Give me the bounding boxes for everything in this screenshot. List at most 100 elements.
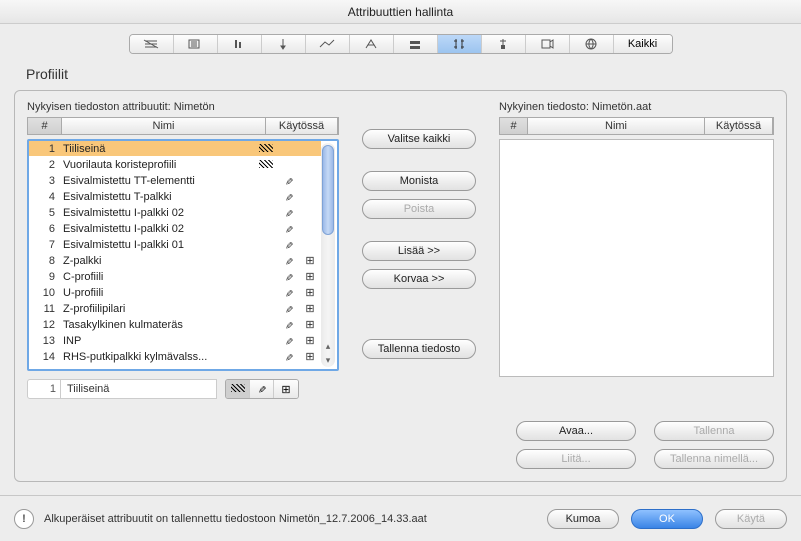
table-row[interactable]: 1Tiiliseinä (29, 141, 321, 157)
table-row[interactable]: 9C-profiili (29, 269, 321, 285)
table-row[interactable]: 11Z-profiilipilari (29, 301, 321, 317)
right-subtitle: Nykyinen tiedosto: Nimetön.aat (499, 101, 774, 113)
cancel-button[interactable]: Kumoa (547, 509, 619, 529)
row-name: Esivalmistettu TT-elementti (59, 175, 255, 187)
row-number: 13 (29, 335, 59, 347)
cat-1[interactable] (130, 35, 174, 53)
row-number: 7 (29, 239, 59, 251)
delete-button[interactable]: Poista (362, 199, 476, 219)
save-as-button[interactable]: Tallenna nimellä... (654, 449, 774, 469)
save-file-button[interactable]: Tallenna tiedosto (362, 339, 476, 359)
ok-button[interactable]: OK (631, 509, 703, 529)
right-column: Nykyinen tiedosto: Nimetön.aat # Nimi Kä… (499, 101, 774, 399)
replace-button[interactable]: Korvaa >> (362, 269, 476, 289)
table-row[interactable]: 12Tasakylkinen kulmateräs (29, 317, 321, 333)
col-used-r[interactable]: Käytössä (705, 118, 773, 134)
cat-5[interactable] (306, 35, 350, 53)
cat-6[interactable] (350, 35, 394, 53)
table-row[interactable]: 4Esivalmistettu T-palkki (29, 189, 321, 205)
row-number: 5 (29, 207, 59, 219)
right-list[interactable] (499, 139, 774, 377)
hatch-icon (231, 383, 245, 395)
cat-10[interactable] (526, 35, 570, 53)
table-row[interactable]: 2Vuorilauta koristeprofiili (29, 157, 321, 173)
scrollbar[interactable]: ▴ ▾ (321, 143, 335, 367)
col-name-r[interactable]: Nimi (528, 118, 705, 134)
scroll-up[interactable]: ▴ (321, 339, 335, 353)
table-row[interactable]: 5Esivalmistettu I-palkki 02 (29, 205, 321, 221)
row-grid-icon (299, 302, 321, 315)
row-name: Esivalmistettu I-palkki 02 (59, 207, 255, 219)
cat-11[interactable] (570, 35, 614, 53)
category-segmented: Kaikki (129, 34, 673, 54)
row-grid-icon (299, 350, 321, 363)
link-icon (257, 383, 265, 395)
toggle-grid[interactable] (274, 380, 298, 398)
cat-4[interactable] (262, 35, 306, 53)
toggle-hatch[interactable] (226, 380, 250, 398)
row-number: 4 (29, 191, 59, 203)
row-link-icon (277, 207, 299, 219)
row-name: Vuorilauta koristeprofiili (59, 159, 255, 171)
open-button[interactable]: Avaa... (516, 421, 636, 441)
row-name: Esivalmistettu I-palkki 01 (59, 239, 255, 251)
row-name: Tiiliseinä (59, 143, 255, 155)
row-grid-icon (299, 334, 321, 347)
cat-7[interactable] (394, 35, 438, 53)
apply-button[interactable]: Käytä (715, 509, 787, 529)
table-row[interactable]: 6Esivalmistettu I-palkki 02 (29, 221, 321, 237)
select-all-button[interactable]: Valitse kaikki (362, 129, 476, 149)
table-row[interactable]: 14RHS-putkipalkki kylmävalss... (29, 349, 321, 365)
row-link-icon (277, 319, 299, 331)
row-hatch-icon (255, 143, 277, 155)
row-link-icon (277, 287, 299, 299)
table-row[interactable]: 13INP (29, 333, 321, 349)
paste-button[interactable]: Liitä... (516, 449, 636, 469)
row-grid-icon (299, 318, 321, 331)
table-row[interactable]: 8Z-palkki (29, 253, 321, 269)
cat-3[interactable] (218, 35, 262, 53)
left-subtitle: Nykyisen tiedoston attribuutit: Nimetön (27, 101, 339, 113)
row-link-icon (277, 223, 299, 235)
row-link-icon (277, 303, 299, 315)
cat-8-selected[interactable] (438, 35, 482, 53)
row-number: 6 (29, 223, 59, 235)
row-name: U-profiili (59, 287, 255, 299)
col-num-r[interactable]: # (500, 118, 528, 134)
cat-2[interactable] (174, 35, 218, 53)
section-title: Profiilit (26, 66, 801, 82)
row-number: 11 (29, 303, 59, 315)
edit-name[interactable]: Tiiliseinä (61, 379, 217, 399)
row-link-icon (277, 255, 299, 267)
duplicate-button[interactable]: Monista (362, 171, 476, 191)
row-number: 14 (29, 351, 59, 363)
attribute-manager-window: Attribuuttien hallinta Kaikki Profiilit … (0, 0, 801, 541)
row-number: 9 (29, 271, 59, 283)
scroll-thumb[interactable] (322, 145, 334, 235)
row-name: INP (59, 335, 255, 347)
left-list[interactable]: 1Tiiliseinä2Vuorilauta koristeprofiili3E… (27, 139, 339, 371)
row-number: 1 (29, 143, 59, 155)
row-link-icon (277, 175, 299, 187)
col-used[interactable]: Käytössä (266, 118, 338, 134)
row-link-icon (277, 191, 299, 203)
table-row[interactable]: 10U-profiili (29, 285, 321, 301)
cat-9[interactable] (482, 35, 526, 53)
cat-all[interactable]: Kaikki (614, 35, 672, 53)
scroll-down[interactable]: ▾ (321, 353, 335, 367)
table-row[interactable]: 7Esivalmistettu I-palkki 01 (29, 237, 321, 253)
row-link-icon (277, 271, 299, 283)
row-name: Z-palkki (59, 255, 255, 267)
left-header: # Nimi Käytössä (27, 117, 339, 135)
row-number: 8 (29, 255, 59, 267)
row-grid-icon (299, 254, 321, 267)
edit-number[interactable]: 1 (27, 379, 61, 399)
category-toolbar: Kaikki (0, 30, 801, 58)
toggle-link[interactable] (250, 380, 274, 398)
col-name[interactable]: Nimi (62, 118, 266, 134)
row-grid-icon (299, 270, 321, 283)
table-row[interactable]: 3Esivalmistettu TT-elementti (29, 173, 321, 189)
add-button[interactable]: Lisää >> (362, 241, 476, 261)
save-button[interactable]: Tallenna (654, 421, 774, 441)
col-num[interactable]: # (28, 118, 62, 134)
